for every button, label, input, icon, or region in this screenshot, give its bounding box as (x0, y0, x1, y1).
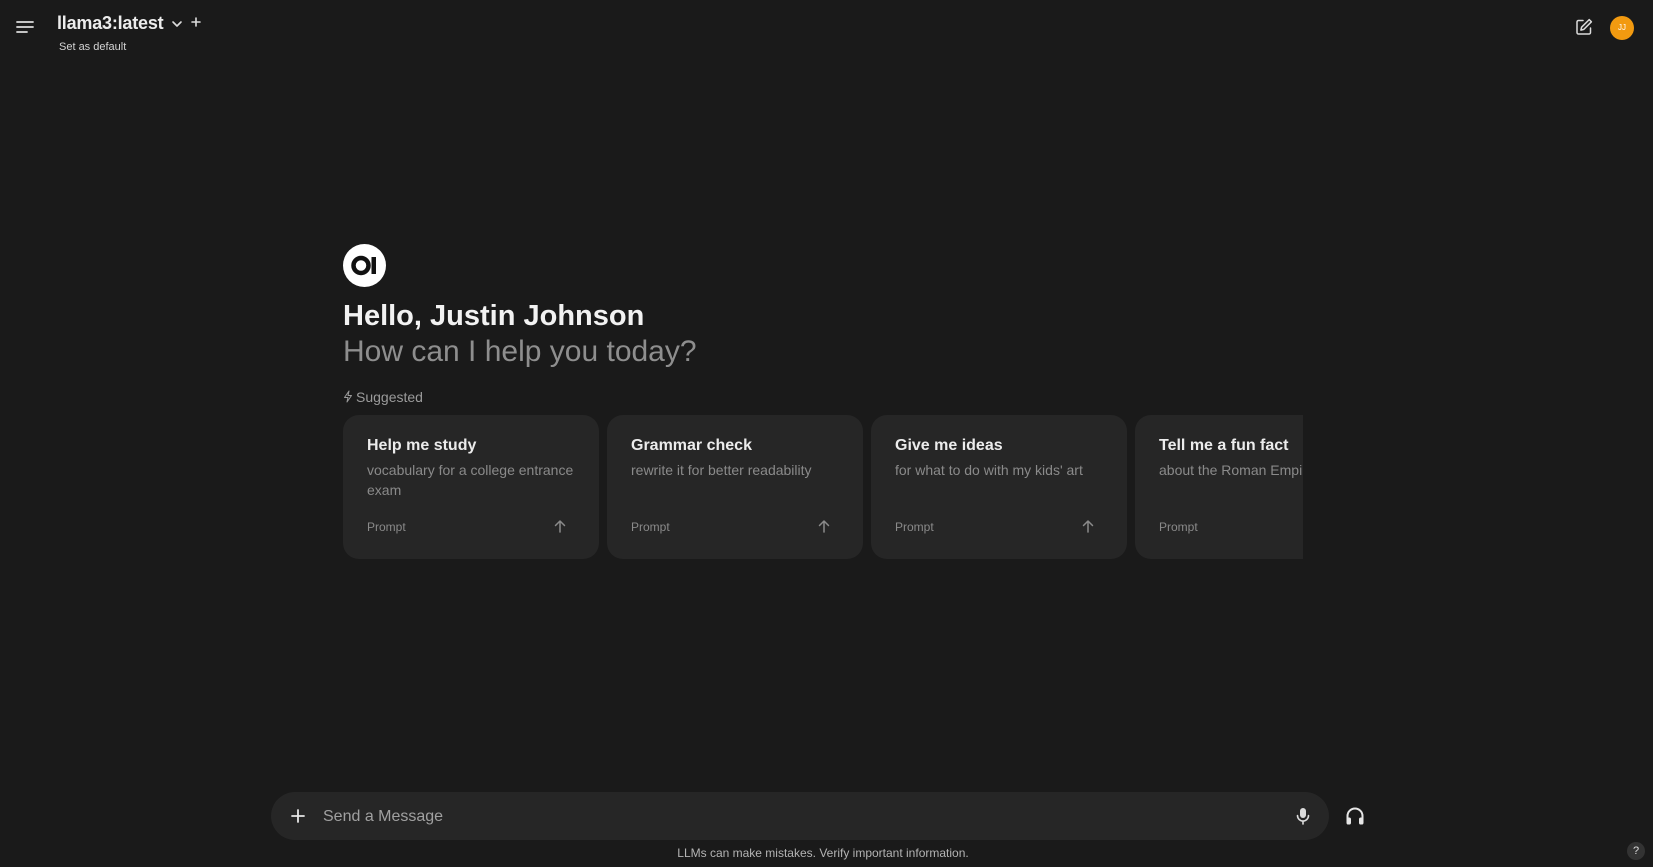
bolt-icon (344, 390, 352, 403)
card-subtitle: about the Roman Empire (1159, 462, 1303, 478)
message-input[interactable] (321, 800, 1245, 834)
greeting-hello: Hello, Justin Johnson (343, 300, 645, 332)
suggestion-card[interactable]: Grammar check rewrite it for better read… (607, 415, 863, 559)
card-subtitle: vocabulary for a college entrance exam (367, 462, 574, 498)
user-avatar[interactable]: JJ (1610, 16, 1634, 40)
open-webui-logo (343, 244, 386, 287)
headphones-icon[interactable] (1344, 805, 1366, 827)
card-title: Tell me a fun fact (1159, 437, 1289, 454)
card-prompt-tag: Prompt (631, 520, 670, 534)
app-page: llama3:latest Set as default JJ Hello, J… (0, 0, 1653, 867)
arrow-up-icon (1081, 518, 1095, 534)
chevron-down-icon[interactable] (170, 17, 184, 31)
suggested-text: Suggested (356, 389, 423, 405)
card-subtitle: for what to do with my kids' art (895, 462, 1083, 478)
suggested-label: Suggested (343, 389, 423, 405)
card-prompt-tag: Prompt (367, 520, 406, 534)
arrow-up-icon (817, 518, 831, 534)
suggestion-card[interactable]: Tell me a fun fact about the Roman Empir… (1135, 415, 1303, 559)
arrow-up-icon (553, 518, 567, 534)
card-subtitle: rewrite it for better readability (631, 462, 812, 478)
suggestion-card[interactable]: Give me ideas for what to do with my kid… (871, 415, 1127, 559)
greeting-subtitle: How can I help you today? (343, 335, 697, 368)
suggestion-card[interactable]: Help me study vocabulary for a college e… (343, 415, 599, 559)
new-chat-edit-icon[interactable] (1574, 17, 1594, 37)
suggestion-cards: Help me study vocabulary for a college e… (343, 415, 1303, 559)
card-prompt-tag: Prompt (1159, 520, 1198, 534)
card-prompt-tag: Prompt (895, 520, 934, 534)
disclaimer-text: LLMs can make mistakes. Verify important… (677, 846, 969, 860)
set-as-default-button[interactable]: Set as default (59, 41, 126, 53)
message-composer (271, 792, 1329, 840)
add-model-plus-icon[interactable] (190, 15, 202, 29)
help-button[interactable]: ? (1627, 842, 1645, 860)
microphone-icon[interactable] (1293, 806, 1313, 826)
attach-plus-icon[interactable] (289, 807, 307, 825)
card-title: Give me ideas (895, 437, 1003, 454)
menu-icon[interactable] (14, 16, 36, 38)
card-title: Grammar check (631, 437, 752, 454)
card-title: Help me study (367, 437, 477, 454)
model-selector-label[interactable]: llama3:latest (57, 13, 164, 34)
